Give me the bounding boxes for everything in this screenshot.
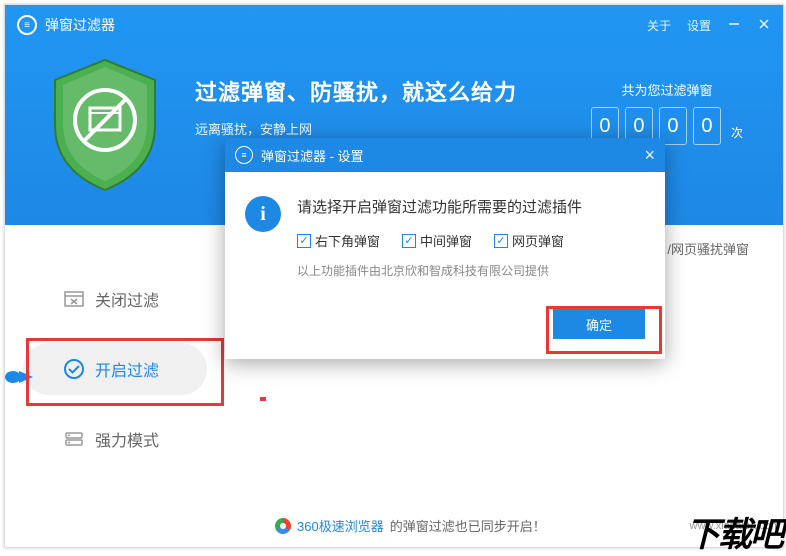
minimize-icon [727,17,741,31]
checkbox-bottom-right[interactable]: ✓ 右下角弹窗 [297,231,380,250]
checkbox-webpage[interactable]: ✓ 网页弹窗 [494,231,564,250]
dialog-title-text: 弹窗过滤器 - 设置 [261,146,364,165]
popup-type-text: /网页骚扰弹窗 [667,239,749,258]
checkbox-icon: ✓ [494,234,508,248]
settings-link[interactable]: 设置 [687,17,711,34]
checkbox-icon: ✓ [297,234,311,248]
app-title: 弹窗过滤器 [45,15,115,35]
counter-label: 共为您过滤弹窗 [591,80,743,99]
titlebar: 弹窗过滤器 关于 设置 [5,5,783,45]
counter-box: 共为您过滤弹窗 0 0 0 0 次 [591,80,743,145]
app-logo-icon [17,15,37,35]
shield-icon [45,55,165,195]
annotation-highlight-ok [546,306,662,354]
watermark-logo: 下载吧 [686,507,782,556]
close-icon [757,17,771,31]
about-link[interactable]: 关于 [647,17,671,34]
info-icon: i [245,196,281,232]
close-button[interactable] [757,17,771,34]
browser-name-link[interactable]: 360极速浏览器 [297,516,384,535]
dialog-heading: 请选择开启弹窗过滤功能所需要的过滤插件 [297,196,645,217]
dialog-logo-icon: ≡ [235,146,253,164]
checkbox-label: 右下角弹窗 [315,231,380,250]
counter-digit: 0 [693,107,721,145]
browser-sync-notice: 360极速浏览器 的弹窗过滤也已同步开启！ [275,516,546,535]
sidebar-item-strong-mode[interactable]: 强力模式 [23,413,207,465]
dialog-close-button[interactable]: × [644,145,655,166]
window-x-icon [63,288,85,310]
checkbox-icon: ✓ [402,234,416,248]
sidebar-item-label: 关闭过滤 [95,287,159,311]
checkbox-center[interactable]: ✓ 中间弹窗 [402,231,472,250]
hero-subtitle: 远离骚扰，安静上网 [195,119,517,138]
sidebar-item-label: 强力模式 [95,427,159,451]
hero-title: 过滤弹窗、防骚扰，就这么给力 [195,75,517,107]
dialog-note: 以上功能插件由北京欣和智成科技有限公司提供 [297,262,645,279]
layers-icon [63,428,85,450]
sync-tail-text: 的弹窗过滤也已同步开启！ [390,516,546,535]
minimize-button[interactable] [727,17,741,34]
checkbox-label: 网页弹窗 [512,231,564,250]
counter-unit: 次 [731,124,743,145]
dialog-titlebar: ≡ 弹窗过滤器 - 设置 × [225,138,665,172]
checkbox-label: 中间弹窗 [420,231,472,250]
annotation-highlight-sidebar [26,338,224,406]
sidebar-item-close-filter[interactable]: 关闭过滤 [23,273,207,325]
browser-icon [275,518,291,534]
red-marker [260,397,266,401]
